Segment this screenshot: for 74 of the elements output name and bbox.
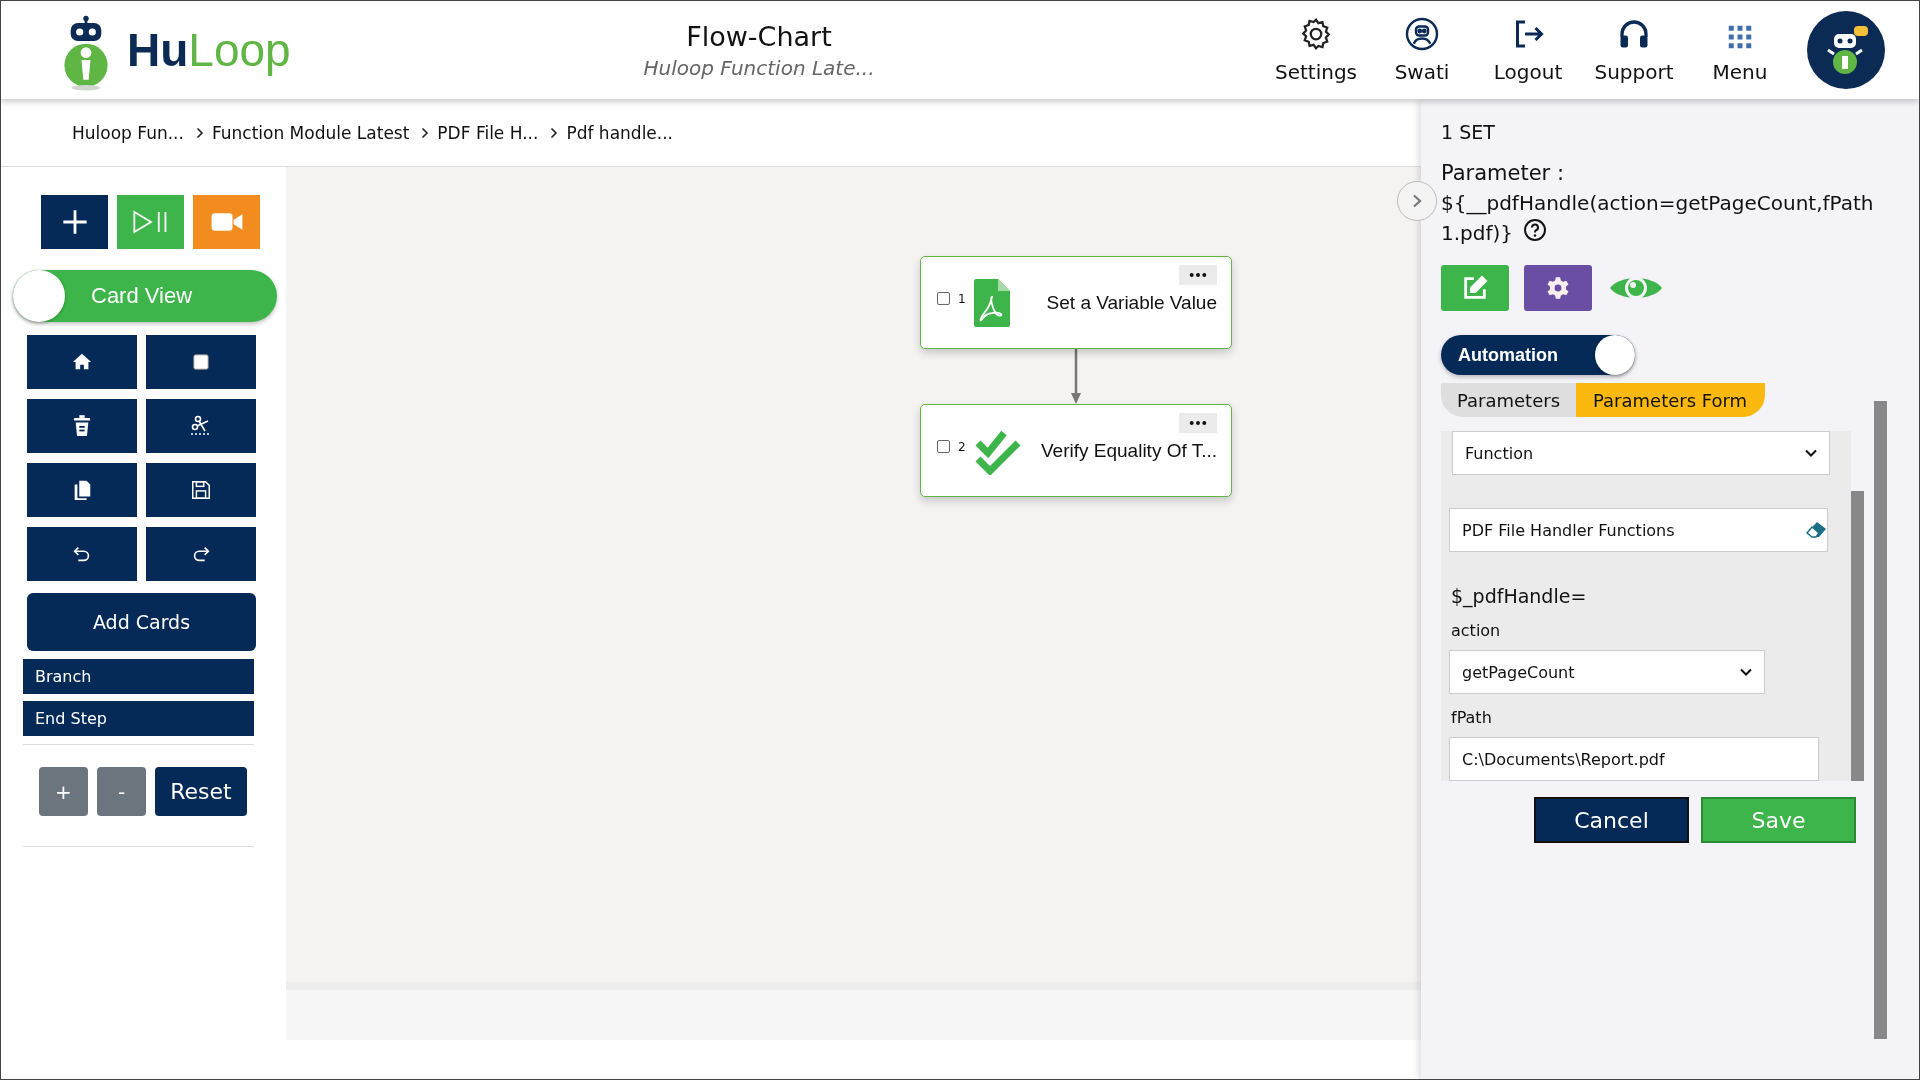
help-icon[interactable] xyxy=(1523,218,1548,242)
function-select[interactable]: Function xyxy=(1452,431,1830,475)
eraser-icon[interactable] xyxy=(1805,521,1827,539)
scrollbar[interactable] xyxy=(1851,491,1864,781)
add-cards-button[interactable]: Add Cards xyxy=(27,593,256,651)
flow-card[interactable]: 2 Verify Equality Of T... xyxy=(920,404,1232,497)
card-checkbox[interactable] xyxy=(937,440,950,453)
page-subtitle: Huloop Function Late... xyxy=(642,55,876,80)
card-checkbox[interactable] xyxy=(937,292,950,305)
chevron-right-icon xyxy=(1412,194,1422,208)
automation-toggle[interactable]: Automation xyxy=(1441,335,1635,375)
chevron-down-icon xyxy=(1740,668,1752,676)
edit-button[interactable] xyxy=(1441,265,1509,311)
field-label: fPath xyxy=(1451,708,1493,727)
action-select[interactable]: getPageCount xyxy=(1449,650,1765,694)
function-name-field[interactable]: PDF File Handler Functions xyxy=(1449,508,1828,552)
parameter-expression: ${__pdfHandle(action=getPageCount,fPath xyxy=(1441,191,1874,215)
reset-button[interactable]: Reset xyxy=(155,767,247,816)
cancel-button[interactable]: Cancel xyxy=(1534,797,1689,843)
plus-icon xyxy=(60,208,89,236)
robot-user-icon xyxy=(1404,16,1440,52)
breadcrumb-link[interactable]: Function Module Latest xyxy=(211,122,410,143)
tab[interactable]: Parameters xyxy=(1441,383,1577,417)
logo-text: HuLoop xyxy=(127,23,291,77)
more-icon xyxy=(1189,420,1207,426)
nav-link[interactable]: Settings xyxy=(1274,16,1358,84)
card-menu-button[interactable] xyxy=(1179,265,1217,285)
card-type-item[interactable]: End Step xyxy=(23,701,254,736)
flow-card[interactable]: 1 Set a Variable Value xyxy=(920,256,1232,349)
add-button[interactable] xyxy=(41,195,108,249)
chevron-right-icon xyxy=(550,126,559,139)
card-title: Verify Equality Of T... xyxy=(1041,439,1217,462)
stop-icon xyxy=(192,353,210,371)
page-title: Flow-Chart xyxy=(685,20,833,52)
card-menu-button[interactable] xyxy=(1179,413,1217,433)
tool-button[interactable] xyxy=(146,335,256,389)
robot-avatar-icon[interactable] xyxy=(1806,10,1886,90)
play-pause-button[interactable] xyxy=(117,195,184,249)
breadcrumb-link[interactable]: Huloop Fun... xyxy=(72,122,184,143)
connector-arrow xyxy=(1070,349,1082,405)
settings-button[interactable] xyxy=(1524,265,1592,311)
step-number: 2 xyxy=(958,439,966,454)
nav-link[interactable]: Logout xyxy=(1486,16,1570,84)
card-title: Set a Variable Value xyxy=(1046,291,1217,314)
edit-icon xyxy=(1461,274,1489,302)
more-icon xyxy=(1189,272,1207,278)
settings-icon xyxy=(1545,275,1571,301)
parameter-expression: 1.pdf)} xyxy=(1441,221,1514,245)
card-type-item[interactable]: Branch xyxy=(23,659,254,694)
scrollbar[interactable] xyxy=(1874,401,1887,1039)
nav-link[interactable]: Menu xyxy=(1698,22,1782,84)
chevron-down-icon xyxy=(1805,449,1817,457)
function-signature: $_pdfHandle= xyxy=(1451,585,1588,607)
tool-button[interactable] xyxy=(27,463,137,517)
step-heading: 1 SET xyxy=(1441,121,1495,143)
tool-button[interactable] xyxy=(27,399,137,453)
breadcrumb-link[interactable]: Pdf handle... xyxy=(566,122,674,143)
breadcrumb-link[interactable]: PDF File H... xyxy=(437,122,539,143)
tool-button[interactable] xyxy=(146,463,256,517)
tool-button[interactable] xyxy=(27,335,137,389)
video-camera-icon xyxy=(209,211,244,233)
zoom-in-button[interactable]: + xyxy=(39,767,88,816)
parameter-label: Parameter : xyxy=(1441,161,1564,185)
tab[interactable]: Parameters Form xyxy=(1576,383,1766,417)
nav-link[interactable]: Swati xyxy=(1380,16,1464,84)
chevron-right-icon xyxy=(195,126,204,139)
step-number: 1 xyxy=(958,291,966,306)
path-input-field[interactable]: C:\Documents\Report.pdf xyxy=(1449,737,1819,781)
field-label: action xyxy=(1451,621,1502,640)
zoom-out-button[interactable]: - xyxy=(97,767,146,816)
trash-icon xyxy=(73,415,91,437)
chevron-right-icon xyxy=(421,126,430,139)
pdf-file-icon xyxy=(973,278,1010,327)
nav-link[interactable]: Support xyxy=(1592,16,1676,84)
